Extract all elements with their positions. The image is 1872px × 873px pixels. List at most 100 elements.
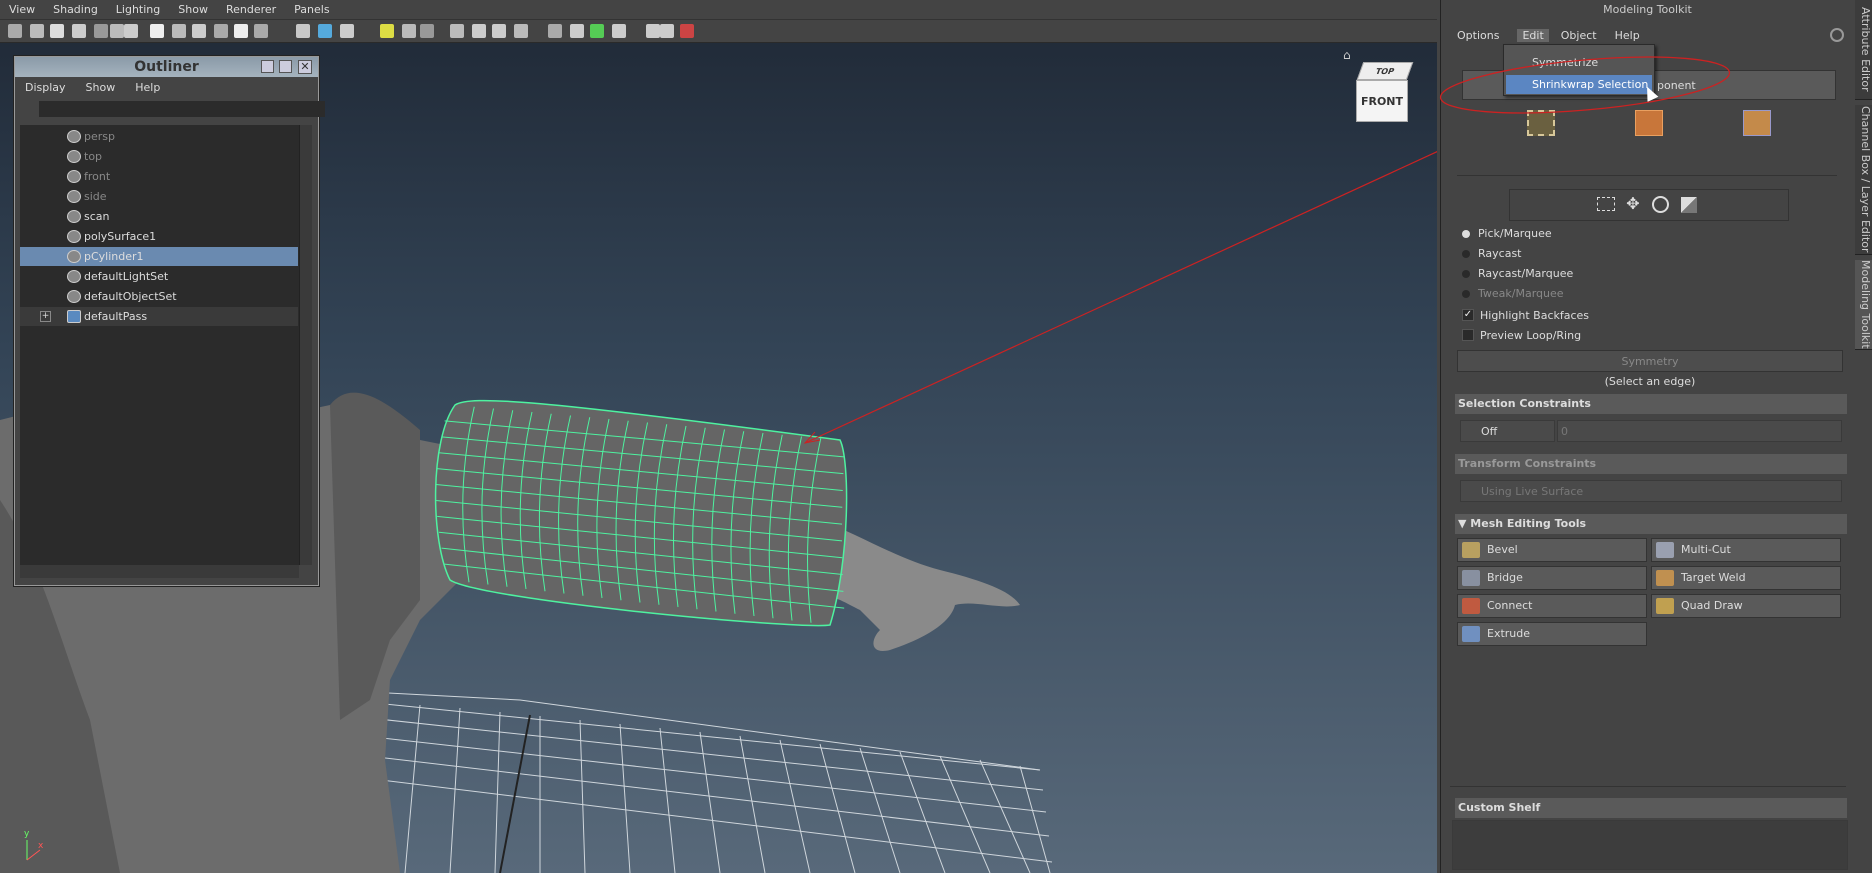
face-mode-icon[interactable] <box>1635 110 1663 136</box>
radio-raycast[interactable] <box>1462 250 1470 258</box>
outliner-item[interactable]: front <box>20 167 298 186</box>
power-icon[interactable] <box>1830 28 1844 42</box>
toolbar-tool-icon[interactable] <box>514 24 528 38</box>
outliner-item[interactable]: defaultObjectSet <box>20 287 298 306</box>
toolkit-menu-object[interactable]: Object <box>1561 29 1597 42</box>
toolbar-tool-icon[interactable] <box>124 24 138 38</box>
radio-tweak-marquee[interactable] <box>1462 290 1470 298</box>
quaddraw-tool-button[interactable]: Quad Draw <box>1651 594 1841 618</box>
toolbar-tool-icon[interactable] <box>72 24 86 38</box>
toolbar-tool-icon[interactable] <box>296 24 310 38</box>
menu-item-shrinkwrap-selection[interactable]: Shrinkwrap Selection <box>1506 75 1652 94</box>
menu-panels[interactable]: Panels <box>285 3 338 16</box>
view-cube[interactable]: TOP FRONT <box>1356 62 1414 128</box>
outliner-hscrollbar[interactable] <box>20 565 299 578</box>
symmetry-button[interactable]: Symmetry <box>1457 350 1843 372</box>
bevel-tool-button[interactable]: Bevel <box>1457 538 1647 562</box>
toolbar-tool-icon[interactable] <box>590 24 604 38</box>
toolbar-tool-icon[interactable] <box>472 24 486 38</box>
toolbar-tool-icon[interactable] <box>8 24 22 38</box>
toolbar-tool-icon[interactable] <box>402 24 416 38</box>
outliner-item[interactable]: polySurface1 <box>20 227 298 246</box>
toolbar-tool-icon[interactable] <box>450 24 464 38</box>
toolbar-tool-icon[interactable] <box>110 24 124 38</box>
selection-constraint-dropdown[interactable]: Off <box>1460 420 1555 442</box>
radio-pick-marquee[interactable] <box>1462 230 1470 238</box>
move-icon[interactable]: ✥ <box>1624 195 1642 213</box>
outliner-menu-display[interactable]: Display <box>15 81 76 94</box>
toolbar-tool-icon[interactable] <box>254 24 268 38</box>
outliner-menu-show[interactable]: Show <box>76 81 126 94</box>
outliner-item[interactable]: pCylinder1 <box>20 247 298 266</box>
minimize-icon[interactable] <box>261 60 274 73</box>
menu-show[interactable]: Show <box>169 3 217 16</box>
home-icon[interactable]: ⌂ <box>1343 49 1355 61</box>
toolbar-tool-icon[interactable] <box>380 24 394 38</box>
toolbar-tool-icon[interactable] <box>612 24 626 38</box>
outliner-item[interactable]: top <box>20 147 298 166</box>
mesh-editing-header[interactable]: ▼ Mesh Editing Tools <box>1455 514 1847 534</box>
toolkit-menu-help[interactable]: Help <box>1615 29 1640 42</box>
panel-splitter[interactable] <box>1450 786 1846 792</box>
toolkit-menu-edit[interactable]: Edit <box>1517 28 1549 42</box>
toolbar-tool-icon[interactable] <box>570 24 584 38</box>
toolbar-tool-icon[interactable] <box>492 24 506 38</box>
bridge-tool-button[interactable]: Bridge <box>1457 566 1647 590</box>
maximize-icon[interactable] <box>279 60 292 73</box>
rotate-icon[interactable] <box>1652 196 1669 213</box>
radio-raycast-marquee[interactable] <box>1462 270 1470 278</box>
connect-tool-button[interactable]: Connect <box>1457 594 1647 618</box>
view-cube-front[interactable]: FRONT <box>1356 80 1408 122</box>
outliner-scrollbar[interactable] <box>299 125 312 565</box>
toolbar-tool-icon[interactable] <box>318 24 332 38</box>
toolbar-tool-icon[interactable] <box>548 24 562 38</box>
outliner-item[interactable]: side <box>20 187 298 206</box>
selection-constraints-header[interactable]: Selection Constraints <box>1455 394 1847 414</box>
marquee-select-icon[interactable] <box>1597 197 1615 211</box>
toolbar-tool-icon[interactable] <box>646 24 660 38</box>
toolbar-tool-icon[interactable] <box>50 24 64 38</box>
custom-shelf-area[interactable] <box>1452 820 1848 870</box>
tab-modeling-toolkit[interactable]: Modeling Toolkit <box>1855 260 1872 350</box>
highlight-backfaces-checkbox[interactable]: ✓ <box>1462 309 1474 321</box>
view-cube-top[interactable]: TOP <box>1356 62 1414 80</box>
toolbar-tool-icon[interactable] <box>30 24 44 38</box>
menu-view[interactable]: View <box>0 3 44 16</box>
extrude-tool-button[interactable]: Extrude <box>1457 622 1647 646</box>
menu-lighting[interactable]: Lighting <box>107 3 169 16</box>
menu-shading[interactable]: Shading <box>44 3 107 16</box>
multicut-tool-button[interactable]: Multi-Cut <box>1651 538 1841 562</box>
menu-item-symmetrize[interactable]: Symmetrize <box>1506 53 1652 72</box>
scale-icon[interactable] <box>1681 197 1697 213</box>
outliner-item[interactable]: defaultLightSet <box>20 267 298 286</box>
toolbar-tool-icon[interactable] <box>94 24 108 38</box>
expand-icon[interactable]: + <box>40 311 51 322</box>
outliner-menu-help[interactable]: Help <box>125 81 170 94</box>
custom-shelf-header[interactable]: Custom Shelf <box>1455 798 1847 818</box>
outliner-item[interactable]: scan <box>20 207 298 226</box>
toolbar-tool-icon[interactable] <box>680 24 694 38</box>
transform-constraint-dropdown[interactable]: Using Live Surface <box>1460 480 1842 502</box>
selection-constraint-number[interactable]: 0 <box>1557 420 1842 442</box>
multi-component-icon[interactable] <box>1743 110 1771 136</box>
toolbar-tool-icon[interactable] <box>214 24 228 38</box>
preview-loop-checkbox[interactable] <box>1462 329 1474 341</box>
toolbar-tool-icon[interactable] <box>150 24 164 38</box>
toolbar-tool-icon[interactable] <box>420 24 434 38</box>
toolbar-tool-icon[interactable] <box>234 24 248 38</box>
toolbar-tool-icon[interactable] <box>340 24 354 38</box>
outliner-titlebar[interactable]: Outliner ✕ <box>15 57 318 77</box>
tab-attribute-editor[interactable]: Attribute Editor <box>1855 0 1872 100</box>
toolkit-menu-options[interactable]: Options <box>1457 29 1499 42</box>
outliner-filter-input[interactable] <box>39 101 325 117</box>
close-icon[interactable]: ✕ <box>298 60 312 74</box>
outliner-item[interactable]: defaultPass + <box>20 307 298 326</box>
toolbar-tool-icon[interactable] <box>172 24 186 38</box>
outliner-item[interactable]: persp <box>20 127 298 146</box>
tab-channel-box[interactable]: Channel Box / Layer Editor <box>1855 105 1872 255</box>
targetweld-tool-button[interactable]: Target Weld <box>1651 566 1841 590</box>
toolbar-tool-icon[interactable] <box>192 24 206 38</box>
toolbar-tool-icon[interactable] <box>660 24 674 38</box>
transform-constraints-header[interactable]: Transform Constraints <box>1455 454 1847 474</box>
menu-renderer[interactable]: Renderer <box>217 3 285 16</box>
